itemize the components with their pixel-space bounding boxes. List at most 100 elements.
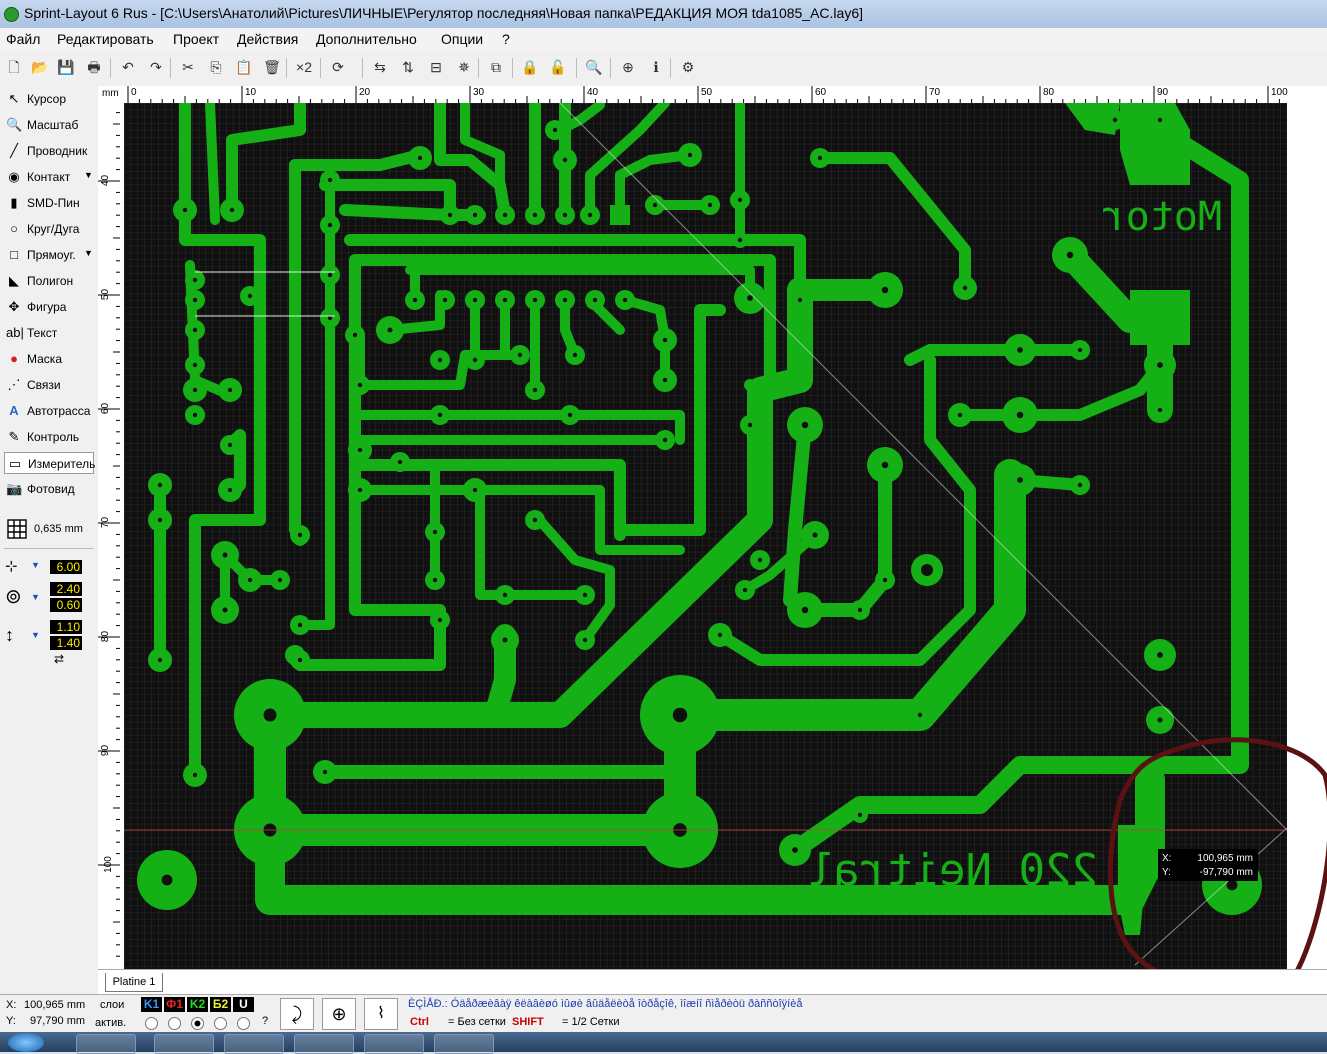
pad-outer-value[interactable]: 2.40 [50,582,82,596]
pad-hole [707,202,713,208]
layer-k1[interactable]: K1 [141,997,162,1012]
tool-autoroute[interactable]: A Автотрасса [4,400,94,422]
pcb-canvas[interactable]: Motor 220 Neitral X: 100,965 mm Y: -97,7… [120,103,1327,969]
tool-circle[interactable]: ○ Круг/Дуга [4,218,94,240]
active-radio-u[interactable] [237,1017,250,1030]
copy-icon[interactable]: ⎘ [206,57,226,77]
layer-k2[interactable]: K2 [187,997,208,1012]
delete-icon[interactable]: 🗑 [262,57,282,77]
taskbar-ie-icon[interactable] [76,1034,136,1054]
open-folder-icon[interactable]: 📂 [30,57,50,77]
tool-polygon[interactable]: ◣ Полигон [4,270,94,292]
new-file-icon[interactable]: 🗋 [4,57,24,77]
mirror-h-icon[interactable]: ⇆ [370,57,390,77]
unlock-icon[interactable]: 🔓 [548,57,568,77]
taskbar-sprint-icon[interactable] [154,1034,214,1054]
menu-options[interactable]: Опции [441,31,483,47]
layer-b2[interactable]: Б2 [210,997,231,1012]
connection-mode-icon[interactable]: ⤸ [280,998,314,1030]
active-radio-b2[interactable] [214,1017,227,1030]
swap-icon[interactable]: ⇄ [54,652,64,666]
tool-cursor[interactable]: ↖ Курсор [4,88,94,110]
active-radio-f1[interactable] [168,1017,181,1030]
pad-hole [192,362,198,368]
tool-text[interactable]: ab| Текст [4,322,94,344]
snap-icon[interactable]: ⊕ [618,57,638,77]
taskbar-app2-icon[interactable] [224,1034,284,1054]
connections-icon[interactable]: ⧉ [486,57,506,77]
layers-help[interactable]: ? [262,1015,268,1027]
pad-inner-value[interactable]: 0.60 [50,598,82,612]
ruler-top-label: 100 [1271,87,1288,98]
tab-strip: Platine 1 [98,969,1327,995]
pad-hole [352,332,358,338]
dropdown-arrow-icon[interactable]: ▼ [84,170,93,180]
tool-measure[interactable]: ▭ Измеритель [4,452,95,474]
info-icon[interactable]: ℹ [646,57,666,77]
undo-icon[interactable]: ↶ [118,57,138,77]
rotate-icon[interactable]: ⟳ [328,57,348,77]
taskbar-app4-icon[interactable] [364,1034,424,1054]
ruler-top-label: 20 [359,87,371,98]
track-width-value[interactable]: 6.00 [50,560,82,574]
zoom-icon[interactable]: 🔍 [584,57,604,77]
menu-extra[interactable]: Дополнительно [316,31,417,47]
taskbar-firefox-icon[interactable] [294,1034,354,1054]
tool-track[interactable]: ╱ Проводник [4,140,94,162]
start-button[interactable] [8,1033,44,1052]
pcb-board[interactable]: Motor 220 Neitral X: 100,965 mm Y: -97,7… [120,103,1327,969]
menu-file[interactable]: Файл [6,31,40,47]
save-icon[interactable]: 💾 [56,57,76,77]
tool-links[interactable]: ⋰ Связи [4,374,94,396]
pad-hole [472,357,478,363]
gerber-icon[interactable]: ⚙ [678,57,698,77]
pad-hole [622,297,628,303]
menu-edit[interactable]: Редактировать [57,31,154,47]
tool-photo[interactable]: 📷 Фотовид [4,478,94,500]
track-width-dropdown-icon[interactable]: ▼ [31,560,40,570]
pad-hole [1157,717,1163,723]
mirror-v-icon[interactable]: ⇅ [398,57,418,77]
grid-value[interactable]: 0,635 mm [34,523,83,535]
tool-smd[interactable]: ▮ SMD-Пин [4,192,94,214]
taskbar-app5-icon[interactable] [434,1034,494,1054]
target-icon[interactable]: ⊕ [322,998,356,1030]
cut-icon[interactable]: ✂ [178,57,198,77]
smd-size-dropdown-icon[interactable]: ▼ [31,630,40,640]
autoroute-icon: A [9,403,19,418]
layer-u[interactable]: U [233,997,254,1012]
lock-icon[interactable]: 🔒 [520,57,540,77]
tool-rect[interactable]: □ Прямоуг. ▼ [4,244,94,266]
ruler-left-label: 70 [100,516,112,529]
smd-height-value[interactable]: 1.40 [50,636,82,650]
hint-shift-key: SHIFT [512,1016,544,1028]
pad-hole [192,412,198,418]
paste-icon[interactable]: 📋 [234,57,254,77]
group-icon[interactable]: ✵ [454,57,474,77]
print-icon[interactable]: 🖶 [84,57,104,77]
align-icon[interactable]: ⊟ [426,57,446,77]
tab-platine-1[interactable]: Platine 1 [105,973,163,992]
duplicate-icon[interactable]: ×2 [294,57,314,77]
redo-icon[interactable]: ↷ [146,57,166,77]
menu-project[interactable]: Проект [173,31,219,47]
tool-pad[interactable]: ◉ Контакт ▼ [4,166,94,188]
tool-figure[interactable]: ✥ Фигура [4,296,94,318]
pad-hole [327,272,333,278]
pad-size-dropdown-icon[interactable]: ▼ [31,592,40,602]
layer-f1[interactable]: Ф1 [164,997,185,1012]
tool-check[interactable]: ✎ Контроль [4,426,94,448]
smd-width-value[interactable]: 1.10 [50,620,82,634]
pad-drag-icon[interactable]: ⌇ [364,998,398,1030]
grid-icon[interactable] [6,518,28,540]
menu-help[interactable]: ? [502,31,510,47]
dropdown-arrow-icon[interactable]: ▼ [84,248,93,258]
menu-actions[interactable]: Действия [237,31,298,47]
tool-mask[interactable]: ● Маска [4,348,94,370]
toolbar-separator [286,58,287,78]
tool-zoom[interactable]: 🔍 Масштаб [4,114,94,136]
active-radio-k1[interactable] [145,1017,158,1030]
pad-hole [157,657,163,663]
active-radio-k2[interactable] [191,1017,204,1030]
pad-hole [157,482,163,488]
